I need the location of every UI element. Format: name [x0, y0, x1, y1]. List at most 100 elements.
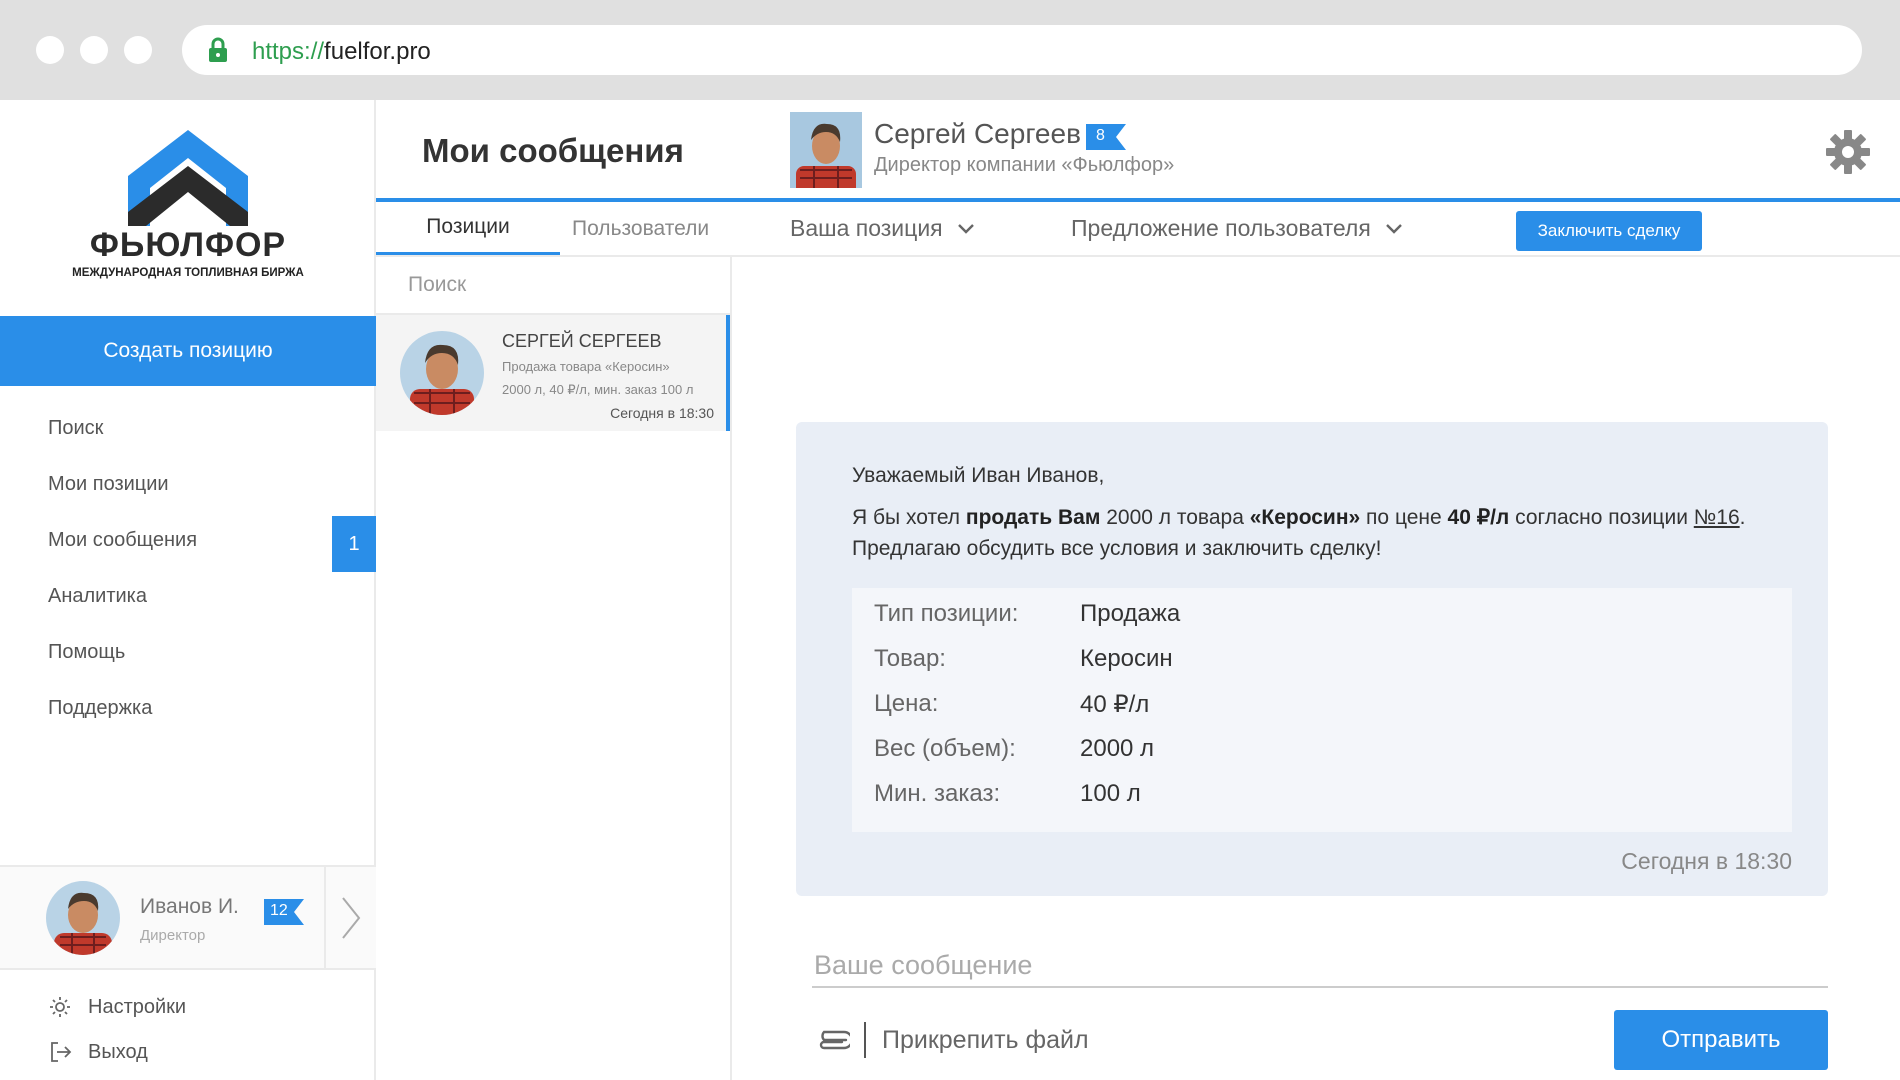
window-minimize-dot[interactable]: [80, 36, 108, 64]
detail-label: Вес (объем):: [874, 735, 1016, 762]
contact-rating-badge: 8: [1086, 124, 1126, 155]
expand-user-button[interactable]: [324, 867, 376, 968]
settings-link[interactable]: Настройки: [48, 992, 186, 1022]
brand-name: ФЬЮЛФОР: [89, 226, 287, 264]
window-close-dot[interactable]: [36, 36, 64, 64]
page-title: Мои сообщения: [422, 132, 684, 169]
message-bubble: Уважаемый Иван Иванов, Я бы хотел продат…: [796, 422, 1828, 896]
contact-name: Сергей Сергеев: [874, 118, 1081, 149]
chevron-right-icon: [342, 896, 361, 939]
message-input[interactable]: [814, 949, 1828, 981]
avatar: [790, 112, 862, 188]
create-position-button[interactable]: Создать позицию: [0, 316, 376, 386]
attach-file-button[interactable]: Прикрепить файл: [816, 1018, 1089, 1062]
address-bar[interactable]: https://fuelfor.pro: [182, 25, 1862, 75]
contact-avatar-image: [790, 112, 862, 188]
conversation-avatar-image: [400, 331, 484, 415]
message-input-wrap: [812, 944, 1828, 988]
user-offer-dropdown[interactable]: Предложение пользователя: [1071, 202, 1403, 255]
tab-users[interactable]: Пользователи: [572, 202, 709, 255]
list-item[interactable]: СЕРГЕЙ СЕРГЕЕВ Продажа товара «Керосин» …: [376, 315, 730, 431]
make-deal-button[interactable]: Заключить сделку: [1516, 211, 1702, 251]
user-role: Директор: [140, 927, 206, 944]
gear-icon: [50, 997, 70, 1017]
your-position-label: Ваша позиция: [790, 215, 943, 241]
sidebar-item-help[interactable]: Помощь: [0, 624, 376, 680]
sidebar-item-label: Аналитика: [48, 584, 147, 607]
message-text: Предлагаю обсудить все условия и заключи…: [852, 537, 1382, 560]
send-button[interactable]: Отправить: [1614, 1010, 1828, 1070]
message-bold-price: 40 ₽/л: [1447, 506, 1510, 529]
lock-icon: [209, 37, 227, 62]
avatar: [400, 331, 484, 415]
detail-value: 100 л: [1080, 780, 1141, 807]
detail-label: Мин. заказ:: [874, 780, 1001, 807]
browser-chrome: https://fuelfor.pro: [0, 0, 1900, 100]
attach-divider: [864, 1022, 866, 1058]
sidebar-item-analytics[interactable]: Аналитика: [0, 568, 376, 624]
chevron-down-icon: [957, 223, 974, 234]
detail-value: Керосин: [1080, 645, 1173, 672]
sidebar-item-support[interactable]: Поддержка: [0, 680, 376, 736]
detail-label: Цена:: [874, 690, 939, 717]
user-avatar-image: [46, 881, 120, 955]
contact-badge-count: 8: [1096, 127, 1105, 144]
detail-value: Продажа: [1080, 600, 1181, 627]
detail-value: 40 ₽/л: [1080, 691, 1150, 718]
sidebar-item-search[interactable]: Поиск: [0, 400, 376, 456]
position-link[interactable]: №16: [1694, 506, 1740, 529]
sidebar-nav: Поиск Мои позиции Мои сообщения 1 Аналити…: [0, 400, 376, 736]
sidebar-item-label: Мои сообщения: [48, 528, 198, 551]
sidebar-item-my-messages[interactable]: Мои сообщения 1: [0, 512, 376, 572]
message-time: Сегодня в 18:30: [1621, 848, 1792, 874]
message-text: согласно позиции: [1509, 506, 1694, 529]
settings-button[interactable]: [1800, 112, 1896, 192]
your-position-dropdown[interactable]: Ваша позиция: [790, 202, 975, 255]
user-offer-label: Предложение пользователя: [1071, 215, 1371, 241]
detail-label: Товар:: [874, 645, 946, 672]
message-bold-action: продать Вам: [965, 506, 1101, 529]
user-name: Иванов И.: [140, 895, 239, 918]
logo-roof-icon: [128, 130, 248, 226]
message-text: 2000 л товара: [1100, 506, 1250, 529]
sidebar-item-label: Поддержка: [48, 696, 153, 719]
message-text: .: [1739, 506, 1746, 529]
logout-link[interactable]: Выход: [48, 1037, 148, 1067]
unread-count-badge: 1: [332, 516, 376, 572]
current-user-card[interactable]: Иванов И. Директор 12: [0, 865, 376, 970]
message-bold-product: «Керосин»: [1249, 506, 1361, 529]
message-body: Я бы хотел продать Вам 2000 л товара «Ке…: [852, 502, 1802, 564]
paperclip-icon: [819, 1030, 850, 1050]
user-rating-badge: 12: [264, 899, 304, 930]
logo[interactable]: ФЬЮЛФОР МЕЖДУНАРОДНАЯ ТОПЛИВНАЯ БИРЖА: [0, 100, 376, 315]
detail-value: 2000 л: [1080, 735, 1155, 762]
conversation-time: Сегодня в 18:30: [610, 405, 714, 421]
window-maximize-dot[interactable]: [124, 36, 152, 64]
attach-file-label: Прикрепить файл: [882, 1025, 1089, 1054]
message-text: по цене: [1360, 506, 1448, 529]
brand-tagline: МЕЖДУНАРОДНАЯ ТОПЛИВНАЯ БИРЖА: [72, 267, 304, 279]
url-text: https://fuelfor.pro: [252, 38, 431, 65]
tabs-toolbar: Позиции Пользователи Ваша позиция Предло…: [376, 202, 1900, 257]
search-input[interactable]: Поиск: [376, 257, 730, 315]
conversation-summary: 2000 л, 40 ₽/л, мин. заказ 100 л: [502, 382, 694, 397]
detail-label: Тип позиции:: [874, 600, 1019, 627]
user-badge-count: 12: [270, 902, 288, 919]
sidebar: ФЬЮЛФОР МЕЖДУНАРОДНАЯ ТОПЛИВНАЯ БИРЖА Со…: [0, 100, 376, 1080]
tab-positions[interactable]: Позиции: [376, 202, 560, 255]
conversation-name: СЕРГЕЙ СЕРГЕЕВ: [502, 331, 662, 351]
sidebar-item-my-positions[interactable]: Мои позиции: [0, 456, 376, 512]
contact-title: Директор компании «Фьюлфор»: [874, 154, 1175, 176]
gear-icon: [1826, 130, 1870, 174]
sidebar-item-label: Помощь: [48, 640, 126, 663]
position-details-table: Тип позиции: Продажа Товар: Керосин Цена: 4…: [852, 588, 1792, 832]
sidebar-item-label: Поиск: [48, 416, 104, 439]
sidebar-item-label: Мои позиции: [48, 472, 169, 495]
logout-label: Выход: [88, 1040, 148, 1063]
logout-icon: [51, 1042, 72, 1062]
conversation-list: Поиск СЕРГЕЙ СЕРГЕЕВ Продажа товара «Кер…: [376, 257, 732, 1080]
avatar: [46, 881, 120, 955]
conversation-preview: Продажа товара «Керосин»: [502, 359, 670, 374]
message-greeting: Уважаемый Иван Иванов,: [852, 464, 1105, 487]
chevron-down-icon: [1385, 223, 1402, 234]
